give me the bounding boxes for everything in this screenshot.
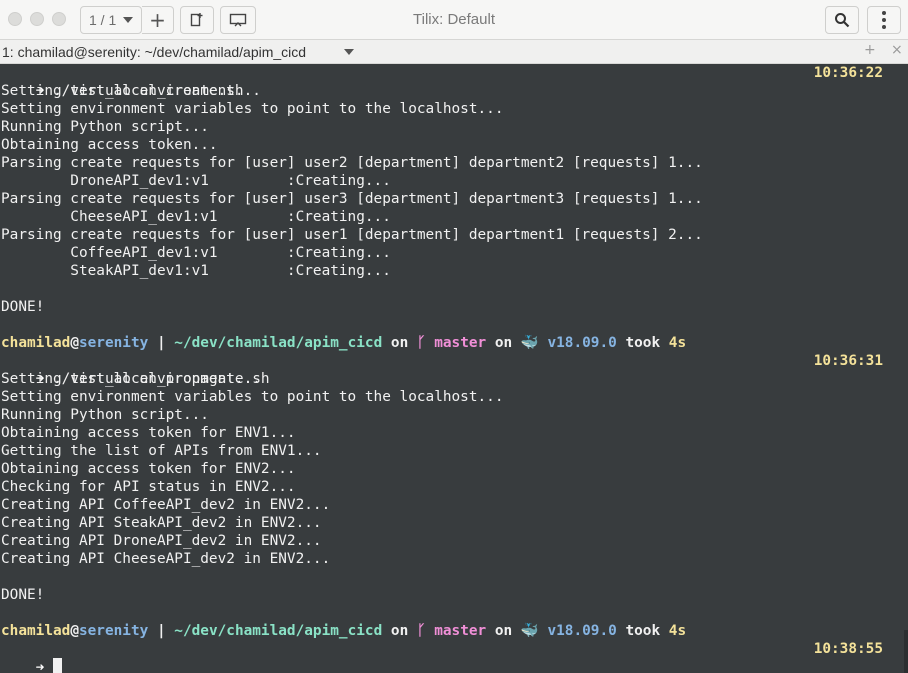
- add-terminal-icon: [190, 13, 203, 27]
- prompt-separator: |: [148, 623, 175, 639]
- command-duration: 4s: [668, 623, 687, 639]
- command-line: ➜ ./test_local_create.sh 10:36:22: [0, 64, 908, 99]
- kebab-menu-icon: [882, 11, 886, 29]
- output-line: DroneAPI_dev1:v1 :Creating...: [1, 173, 391, 189]
- output-line: Getting the list of APIs from ENV1...: [1, 443, 322, 459]
- output-line: Setting virtual environment...: [1, 371, 261, 387]
- text-cursor: [53, 658, 62, 673]
- menu-button[interactable]: [867, 6, 901, 34]
- terminal-title-bar: 1: chamilad@serenity: ~/dev/chamilad/api…: [0, 40, 908, 64]
- output-line: CheeseAPI_dev1:v1 :Creating...: [1, 209, 391, 225]
- prompt-on-2: on: [494, 623, 513, 639]
- docker-version: v18.09.0: [547, 623, 617, 639]
- command-duration: 4s: [668, 335, 687, 351]
- prompt-arrow: ➜: [35, 660, 45, 673]
- window-close-button[interactable]: [8, 12, 22, 26]
- git-branch-icon: ᚴ: [416, 335, 426, 351]
- output-line: Setting environment variables to point t…: [1, 101, 504, 117]
- output-line: Parsing create requests for [user] user3…: [1, 191, 703, 207]
- output-line: Obtaining access token for ENV1...: [1, 425, 296, 441]
- output-line: DONE!: [1, 587, 45, 603]
- prompt-user: chamilad: [1, 335, 71, 351]
- output-line: Checking for API status in ENV2...: [1, 479, 296, 495]
- output-line: Parsing create requests for [user] user1…: [1, 227, 703, 243]
- timestamp: 10:36:31: [813, 353, 883, 369]
- output-line: DONE!: [1, 299, 45, 315]
- command-line: ➜ ./test_local_propagate.sh 10:36:31: [0, 352, 908, 387]
- header-bar: 1 / 1 + Tilix: Default: [0, 0, 908, 40]
- prompt-took: took: [625, 335, 661, 351]
- active-command-line[interactable]: ➜ 10:38:55: [0, 640, 908, 673]
- session-label: 1 / 1: [89, 12, 117, 28]
- output-line: Obtaining access token...: [1, 137, 218, 153]
- output-line: Running Python script...: [1, 407, 209, 423]
- terminal-output[interactable]: ➜ ./test_local_create.sh 10:36:22 Settin…: [0, 64, 908, 673]
- git-branch: master: [434, 335, 487, 351]
- prompt-line: chamilad@serenity | ~/dev/chamilad/apim_…: [0, 334, 908, 352]
- terminal-title[interactable]: 1: chamilad@serenity: ~/dev/chamilad/api…: [2, 44, 306, 60]
- sync-input-button[interactable]: [220, 6, 256, 34]
- prompt-host: serenity: [78, 335, 149, 351]
- output-line: Creating API DroneAPI_dev2 in ENV2...: [1, 533, 322, 549]
- scrollbar[interactable]: [904, 630, 908, 673]
- prompt-on-2: on: [494, 335, 513, 351]
- output-line: Obtaining access token for ENV2...: [1, 461, 296, 477]
- timestamp: 10:38:55: [813, 641, 883, 657]
- prompt-at: @: [70, 335, 79, 351]
- window-minimize-button[interactable]: [30, 12, 44, 26]
- docker-version: v18.09.0: [547, 335, 617, 351]
- output-line: Creating API CoffeeAPI_dev2 in ENV2...: [1, 497, 331, 513]
- prompt-on: on: [390, 335, 409, 351]
- prompt-took: took: [625, 623, 661, 639]
- prompt-path: ~/dev/chamilad/apim_cicd: [174, 335, 383, 351]
- search-button[interactable]: [825, 6, 859, 34]
- prompt-line: chamilad@serenity | ~/dev/chamilad/apim_…: [0, 622, 908, 640]
- docker-icon: 🐳: [520, 623, 539, 639]
- output-line: Creating API CheeseAPI_dev2 in ENV2...: [1, 551, 331, 567]
- git-branch: master: [434, 623, 487, 639]
- docker-icon: 🐳: [520, 335, 539, 351]
- output-line: Creating API SteakAPI_dev2 in ENV2...: [1, 515, 322, 531]
- add-session-button[interactable]: +: [142, 6, 174, 34]
- plus-icon: +: [149, 8, 166, 32]
- search-icon: [835, 13, 850, 28]
- command-output: Setting virtual environment... Setting en…: [0, 370, 908, 622]
- prompt-path: ~/dev/chamilad/apim_cicd: [174, 623, 383, 639]
- session-selector[interactable]: 1 / 1: [80, 6, 142, 34]
- prompt-on: on: [390, 623, 409, 639]
- maximize-terminal-icon[interactable]: +: [864, 42, 876, 58]
- output-line: Setting virtual environment...: [1, 83, 261, 99]
- prompt-user: chamilad: [1, 623, 71, 639]
- prompt-at: @: [70, 623, 79, 639]
- output-line: SteakAPI_dev1:v1 :Creating...: [1, 263, 391, 279]
- terminal-menu-dropdown-icon[interactable]: [344, 49, 354, 55]
- command-output: Setting virtual environment... Setting en…: [0, 82, 908, 334]
- sync-input-icon: [229, 13, 247, 27]
- timestamp: 10:36:22: [813, 65, 883, 81]
- close-terminal-icon[interactable]: ×: [891, 42, 903, 58]
- output-line: Setting environment variables to point t…: [1, 389, 504, 405]
- add-terminal-button[interactable]: [180, 6, 214, 34]
- output-line: Parsing create requests for [user] user2…: [1, 155, 703, 171]
- output-line: CoffeeAPI_dev1:v1 :Creating...: [1, 245, 391, 261]
- prompt-separator: |: [148, 335, 175, 351]
- git-branch-icon: ᚴ: [416, 623, 426, 639]
- output-line: Running Python script...: [1, 119, 209, 135]
- window-maximize-button[interactable]: [52, 12, 66, 26]
- chevron-down-icon: [123, 17, 133, 23]
- prompt-host: serenity: [78, 623, 149, 639]
